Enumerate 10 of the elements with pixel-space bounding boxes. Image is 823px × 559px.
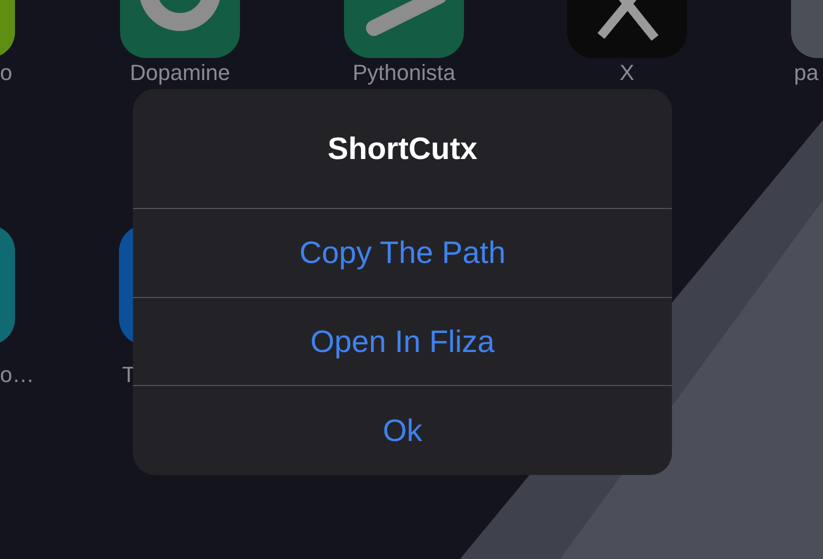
alert-action-button[interactable]: Ok (133, 386, 672, 475)
app-label: o… (0, 362, 34, 388)
alert-title: ShortCutx (133, 89, 672, 210)
app-label: pa (794, 60, 818, 86)
alert-action-button[interactable]: Copy The Path (133, 209, 672, 298)
alert-action-button[interactable]: Open In Fliza (133, 298, 672, 386)
app-label: X (618, 60, 636, 86)
app-label: Pythonista (352, 60, 456, 86)
app-label: Dopamine (128, 60, 232, 86)
app-label: o (0, 60, 12, 86)
